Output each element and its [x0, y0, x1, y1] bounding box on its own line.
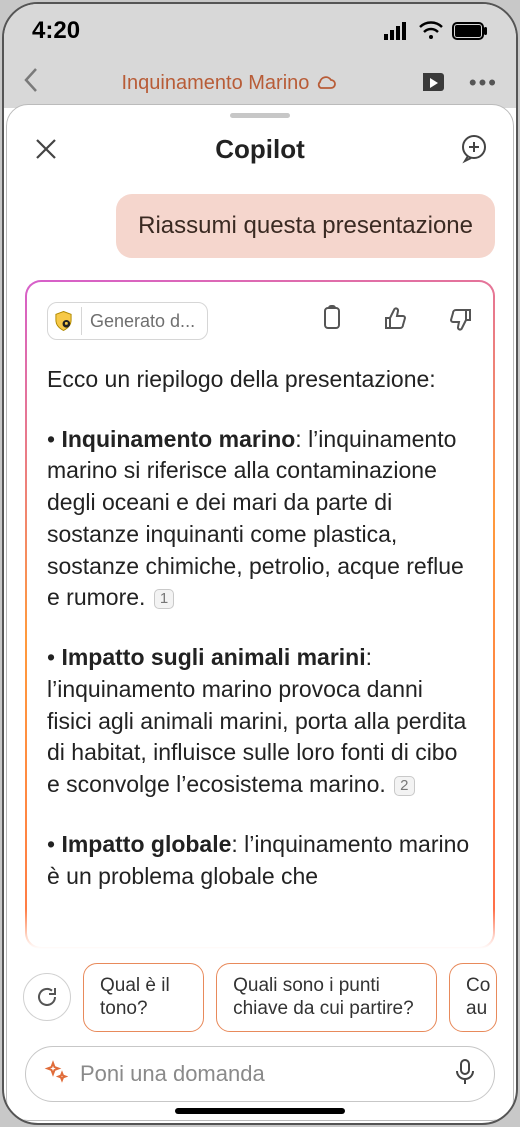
- home-indicator[interactable]: [175, 1108, 345, 1114]
- ai-response-text: Ecco un riepilogo della presentazione: •…: [47, 364, 473, 920]
- suggestion-chip[interactable]: Quali sono i punti chiave da cui partire…: [216, 963, 437, 1033]
- thumbs-down-button[interactable]: [447, 306, 473, 337]
- document-title: Inquinamento Marino: [122, 72, 310, 95]
- citation-badge[interactable]: 1: [154, 589, 174, 609]
- ai-bullet: • Inquinamento marino: l’inquinamento ma…: [47, 424, 473, 614]
- mic-button[interactable]: [454, 1058, 476, 1091]
- suggestion-row: Qual è il tono? Quali sono i punti chiav…: [7, 949, 513, 1039]
- ai-bullet: • Impatto sugli animali marini: l’inquin…: [47, 642, 473, 801]
- user-message: Riassumi questa presentazione: [116, 194, 495, 258]
- ai-response-card: Generato d... Ecco un riepilogo della pr…: [25, 280, 495, 949]
- sparkle-icon: [44, 1060, 68, 1089]
- thumbs-up-button[interactable]: [383, 306, 409, 337]
- shield-lock-icon: [54, 307, 82, 335]
- suggestion-chip[interactable]: Qual è il tono?: [83, 963, 204, 1033]
- clock: 4:20: [32, 17, 80, 45]
- copilot-sheet: Copilot Riassumi questa presentazione Ge…: [6, 104, 514, 1121]
- generated-by-badge[interactable]: Generato d...: [47, 302, 208, 340]
- copy-button[interactable]: [321, 305, 345, 338]
- phone-frame: 4:20 Inquinamento Marino ••• Copilot: [2, 2, 518, 1125]
- citation-badge[interactable]: 2: [394, 776, 414, 796]
- more-icon[interactable]: •••: [469, 70, 498, 96]
- sheet-title: Copilot: [215, 134, 305, 165]
- ai-bullet: • Impatto globale: l’inquinamento marino…: [47, 829, 473, 892]
- battery-icon: [452, 22, 488, 40]
- regenerate-button[interactable]: [23, 973, 71, 1021]
- close-button[interactable]: [29, 132, 63, 166]
- sheet-header: Copilot: [7, 118, 513, 184]
- chat-input[interactable]: Poni una domanda: [25, 1046, 495, 1102]
- status-icons: [384, 21, 488, 41]
- back-chevron-icon[interactable]: [22, 66, 40, 101]
- new-chat-button[interactable]: [457, 132, 491, 166]
- generated-by-label: Generato d...: [90, 311, 195, 332]
- present-icon[interactable]: [419, 70, 449, 96]
- underlying-app-header: Inquinamento Marino •••: [4, 58, 516, 108]
- suggestion-chip[interactable]: Co au: [449, 963, 497, 1033]
- chat-input-placeholder: Poni una domanda: [80, 1061, 442, 1087]
- cell-signal-icon: [384, 22, 410, 40]
- ai-intro: Ecco un riepilogo della presentazione:: [47, 364, 473, 396]
- chat-body: Riassumi questa presentazione Generato d…: [7, 184, 513, 949]
- ai-card-actions: Generato d...: [47, 302, 473, 340]
- status-bar: 4:20: [4, 4, 516, 58]
- cloud-sync-icon: [315, 74, 337, 92]
- wifi-icon: [418, 21, 444, 41]
